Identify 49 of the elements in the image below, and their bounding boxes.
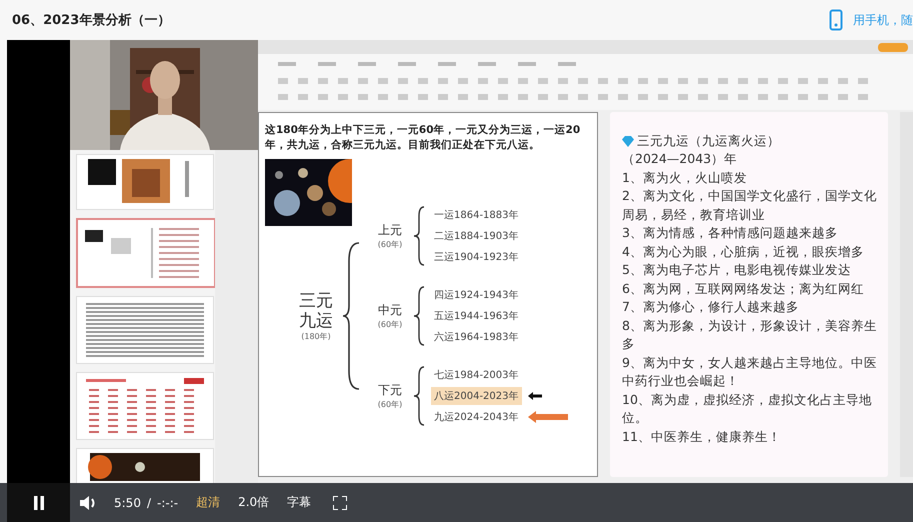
speed-button[interactable]: 2.0倍	[238, 494, 270, 511]
brace-icon	[413, 206, 425, 266]
pause-button[interactable]	[7, 483, 70, 522]
period-item: 四运1924-1943年	[433, 288, 520, 303]
subtitles-button[interactable]: 字幕	[287, 494, 312, 511]
current-time: 5:50	[114, 496, 141, 510]
year-note: (60年)	[378, 399, 402, 410]
era-label: 下元	[378, 382, 402, 399]
brace-icon	[413, 366, 425, 426]
list-item: 5、离为电子芯片，电影电视传媒业发达	[622, 261, 852, 279]
period-item: 五运1944-1963年	[433, 310, 520, 324]
phone-icon[interactable]	[829, 9, 843, 31]
period-item: 八运2004-2023年	[431, 387, 522, 405]
duration: -:-:-	[157, 496, 178, 510]
card-subtitle: （2024—2043）年	[622, 150, 738, 168]
intro-text: 这180年分为上中下三元，一元60年，一元又分为三运，一运20年，共九运，合称三元九运。目前我们正处在下元八运。	[265, 123, 582, 153]
year-note: (60年)	[378, 239, 402, 250]
era-label: 中元	[378, 302, 402, 319]
quality-button[interactable]: 超清	[196, 494, 220, 511]
list-item: 2、离为文化，中国国学文化盛行，国学文化周易，易经，教育培训业	[622, 187, 878, 224]
list-item: 10、离为虚，虚拟经济，虚拟文化占主导地位。	[622, 390, 873, 427]
year-note: (180年)	[301, 330, 331, 342]
list-item: 7、离为修心，修行人越来越多	[622, 298, 800, 316]
period-item: 三运1904-1923年	[433, 250, 520, 265]
time-separator: /	[146, 496, 151, 510]
period-item: 九运2024-2043年	[433, 410, 520, 425]
brace-icon	[413, 286, 425, 346]
year-note: (60年)	[378, 319, 402, 330]
list-item: 4、离为心为眼，心脏病，近视，眼疾增多	[622, 242, 865, 260]
fullscreen-icon[interactable]	[333, 496, 348, 510]
period-item: 七运1984-2003年	[433, 368, 520, 383]
pause-icon	[32, 496, 44, 510]
card-title: 三元九运（九运离火运）	[637, 132, 780, 150]
list-item: 6、离为网，互联网网络发达；离为红网红	[622, 280, 865, 298]
root-label: 九运	[299, 310, 333, 330]
period-item: 六运1964-1983年	[433, 330, 520, 345]
lesson-title: 06、2023年景分析（一）	[12, 12, 170, 29]
era-label: 上元	[378, 222, 402, 239]
list-item: 11、中医养生，健康养生！	[622, 428, 782, 446]
list-item: 1、离为火，火山喷发	[622, 168, 748, 186]
list-item: 3、离为情感，各种情感问题越来越多	[622, 224, 839, 242]
period-item: 二运1884-1903年	[433, 230, 520, 244]
gem-icon	[622, 136, 634, 146]
brace-icon	[341, 241, 361, 391]
list-item: 9、离为中女，女人越来越占主导地位。中医中药行业也会崛起！	[622, 354, 878, 390]
root-label: 三元	[299, 290, 333, 310]
period-item: 一运1864-1883年	[433, 208, 520, 223]
list-item: 8、离为形象，为设计，形象设计，美容养生多	[622, 316, 878, 353]
slide-thumbnail[interactable]	[76, 218, 215, 288]
